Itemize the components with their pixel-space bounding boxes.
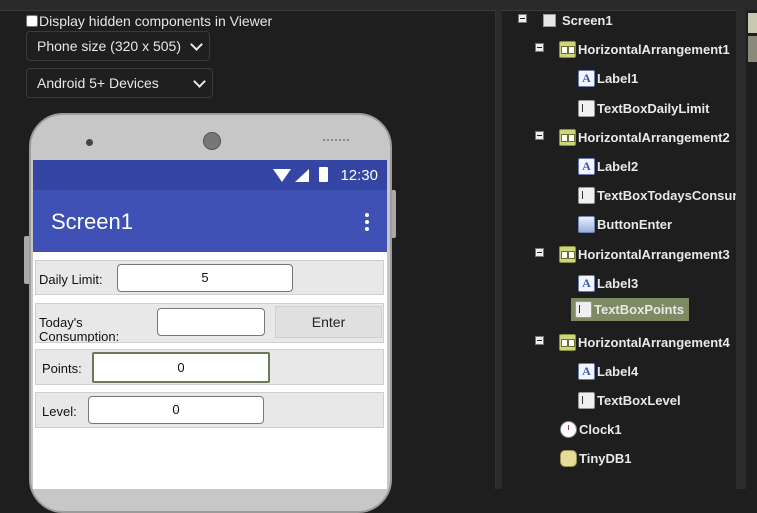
- tree-item-label1[interactable]: A Label1: [578, 70, 638, 87]
- tree-item-textbox-points-selected[interactable]: TextBoxPoints: [571, 298, 690, 321]
- horizontal-arrangement-1[interactable]: Daily Limit: 5: [35, 260, 384, 295]
- screen-icon: [543, 14, 556, 27]
- tree-item-label: HorizontalArrangement1: [578, 42, 730, 57]
- textbox-icon: [578, 187, 595, 204]
- tree-item-label: Label2: [597, 159, 639, 174]
- status-time: 12:30: [340, 167, 378, 184]
- collapse-toggle-icon[interactable]: [535, 336, 544, 345]
- tree-item-label: HorizontalArrangement2: [578, 130, 730, 145]
- panel-header-edge: [748, 13, 757, 33]
- consumption-label: Today's Consumption:: [39, 315, 120, 343]
- top-toolbar-edge: [0, 0, 757, 11]
- tree-item-clock1[interactable]: Clock1: [560, 421, 622, 438]
- tree-item-label: HorizontalArrangement3: [578, 247, 730, 262]
- tree-item-label: TextBoxDailyLimit: [597, 101, 710, 116]
- tree-item-tinydb1[interactable]: TinyDB1: [560, 450, 632, 467]
- todays-consumption-textbox[interactable]: [157, 308, 265, 336]
- enter-button[interactable]: Enter: [275, 306, 382, 338]
- status-bar: 12:30: [33, 160, 387, 190]
- tree-item-screen1[interactable]: Screen1: [543, 13, 613, 28]
- chevron-down-icon: [193, 75, 206, 88]
- textbox-icon: [578, 392, 595, 409]
- label-icon: A: [578, 275, 595, 292]
- tree-item-label: TextBoxLevel: [597, 393, 681, 408]
- phone-size-value: Phone size (320 x 505): [37, 38, 181, 54]
- tree-item-label: Label3: [597, 276, 639, 291]
- tree-item-label2[interactable]: A Label2: [578, 158, 638, 175]
- horizontal-arrangement-2[interactable]: Today's Consumption: Enter: [35, 303, 384, 343]
- button-icon: [578, 216, 595, 233]
- daily-limit-label: Daily Limit:: [39, 272, 103, 287]
- tree-item-label: TextBoxPoints: [594, 302, 685, 317]
- horizontal-arrangement-3[interactable]: Points: 0: [35, 349, 384, 385]
- textbox-icon: [575, 301, 592, 318]
- level-label: Level:: [42, 404, 77, 419]
- horizontal-arrangement-icon: [559, 246, 576, 263]
- tree-item-horizontal-arrangement-3[interactable]: HorizontalArrangement3: [559, 246, 730, 263]
- overflow-menu-icon[interactable]: [365, 213, 369, 231]
- level-textbox[interactable]: 0: [88, 396, 264, 424]
- horizontal-arrangement-icon: [559, 334, 576, 351]
- screen-title: Screen1: [51, 209, 133, 234]
- clock-icon: [560, 421, 577, 438]
- collapse-toggle-icon[interactable]: [518, 14, 527, 23]
- tree-item-label: Label1: [597, 71, 639, 86]
- label-icon: A: [578, 363, 595, 380]
- battery-icon: [319, 167, 328, 182]
- tree-item-label: Screen1: [562, 13, 613, 28]
- app-title-bar: Screen1: [33, 190, 387, 252]
- display-hidden-label: Display hidden components in Viewer: [39, 13, 273, 29]
- collapse-toggle-icon[interactable]: [535, 248, 544, 257]
- tree-item-textbox-daily-limit[interactable]: TextBoxDailyLimit: [578, 100, 709, 117]
- device-select[interactable]: Android 5+ Devices: [26, 68, 213, 98]
- phone-screen: 12:30 Screen1 Daily Limit: 5 Today's Con…: [33, 160, 387, 489]
- tree-item-label: TinyDB1: [579, 451, 632, 466]
- panel-header-edge: [748, 36, 757, 62]
- chevron-down-icon: [190, 38, 203, 51]
- display-hidden-checkbox-row[interactable]: Display hidden components in Viewer: [26, 13, 272, 29]
- panel-divider[interactable]: [495, 10, 502, 489]
- horizontal-arrangement-icon: [559, 41, 576, 58]
- tree-item-label: Label4: [597, 364, 639, 379]
- tree-item-label: Clock1: [579, 422, 622, 437]
- panel-divider[interactable]: [736, 10, 746, 489]
- tree-item-horizontal-arrangement-1[interactable]: HorizontalArrangement1: [559, 41, 730, 58]
- tree-item-label3[interactable]: A Label3: [578, 275, 638, 292]
- textbox-icon: [578, 100, 595, 117]
- tree-item-label4[interactable]: A Label4: [578, 363, 638, 380]
- phone-camera-icon: [86, 139, 93, 146]
- wifi-icon: [273, 169, 291, 182]
- points-textbox[interactable]: 0: [92, 352, 270, 383]
- tree-item-button-enter[interactable]: ButtonEnter: [578, 216, 672, 233]
- phone-sensor-icon: [323, 139, 349, 145]
- daily-limit-textbox[interactable]: 5: [117, 264, 293, 292]
- collapse-toggle-icon[interactable]: [535, 131, 544, 140]
- properties-panel-edge: [746, 10, 757, 489]
- label-icon: A: [578, 158, 595, 175]
- tree-item-textbox-todays-consumption[interactable]: TextBoxTodaysConsur: [578, 187, 737, 204]
- tree-item-textbox-level[interactable]: TextBoxLevel: [578, 392, 681, 409]
- tree-item-horizontal-arrangement-4[interactable]: HorizontalArrangement4: [559, 334, 730, 351]
- tree-item-label: TextBoxTodaysConsur: [597, 188, 738, 203]
- tree-item-label: ButtonEnter: [597, 217, 673, 232]
- tree-item-label: HorizontalArrangement4: [578, 335, 730, 350]
- phone-speaker-icon: [203, 132, 221, 150]
- horizontal-arrangement-icon: [559, 129, 576, 146]
- collapse-toggle-icon[interactable]: [535, 43, 544, 52]
- device-value: Android 5+ Devices: [37, 75, 159, 91]
- points-label: Points:: [42, 361, 82, 376]
- signal-icon: [295, 169, 309, 182]
- horizontal-arrangement-4[interactable]: Level: 0: [35, 392, 384, 428]
- label-icon: A: [578, 70, 595, 87]
- tree-item-horizontal-arrangement-2[interactable]: HorizontalArrangement2: [559, 129, 730, 146]
- database-icon: [560, 450, 577, 467]
- display-hidden-checkbox[interactable]: [26, 15, 38, 27]
- phone-size-select[interactable]: Phone size (320 x 505): [26, 31, 210, 61]
